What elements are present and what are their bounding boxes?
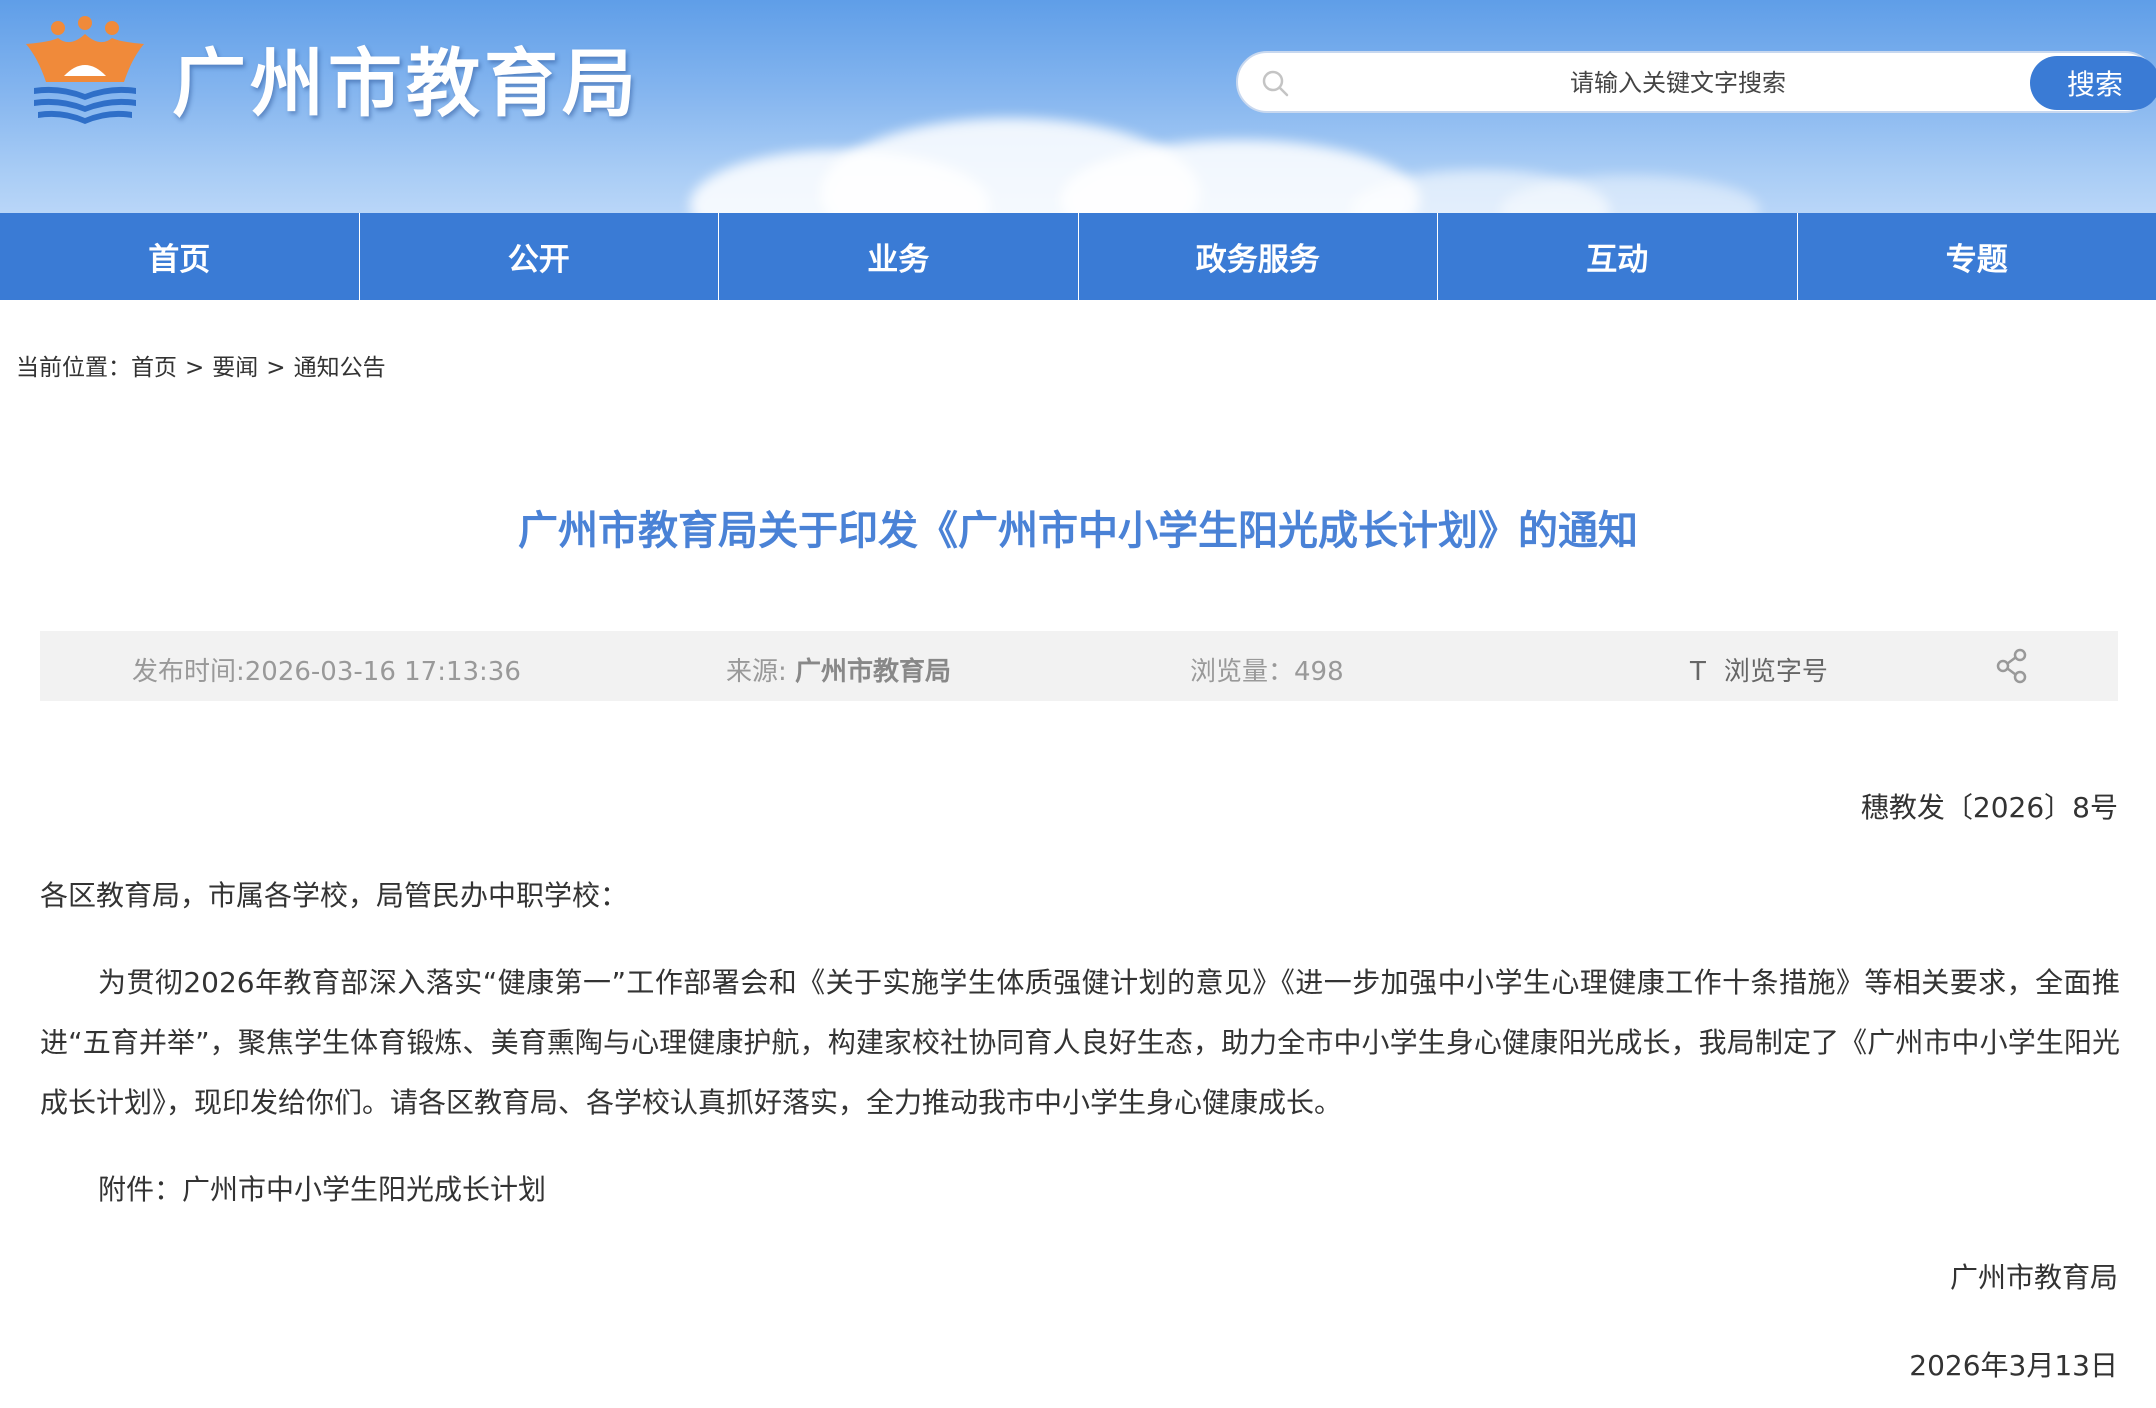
source-label: 来源: [726, 657, 796, 687]
nav-item-business[interactable]: 业务 [719, 213, 1079, 300]
nav-item-interaction[interactable]: 互动 [1438, 213, 1798, 300]
document-number: 穗教发〔2026〕8号 [1860, 791, 2118, 824]
breadcrumb: 当前位置：首页 > 要闻 > 通知公告 [16, 348, 386, 382]
signature: 广州市教育局 [1949, 1261, 2118, 1294]
article-meta-bar: 发布时间:2026-03-16 17:13:36 来源: 广州市教育局 浏览量：… [40, 631, 2118, 701]
breadcrumb-link-notices[interactable]: 通知公告 [294, 355, 386, 381]
breadcrumb-prefix: 当前位置： [16, 355, 131, 381]
search-button[interactable]: 搜索 [2030, 56, 2156, 110]
breadcrumb-link-home[interactable]: 首页 [131, 355, 177, 381]
site-title[interactable]: 广州市教育局 [172, 24, 640, 131]
education-bureau-logo-icon[interactable] [20, 14, 150, 132]
share-icon[interactable] [1994, 647, 2030, 685]
font-size-label: 浏览字号 [1723, 657, 1828, 687]
article-title: 广州市教育局关于印发《广州市中小学生阳光成长计划》的通知 [518, 508, 1638, 554]
nav-item-gov-service[interactable]: 政务服务 [1079, 213, 1438, 300]
nav-item-home[interactable]: 首页 [0, 213, 360, 300]
view-count: 浏览量：498 [1190, 657, 1344, 687]
breadcrumb-separator: > [185, 355, 205, 381]
article-source: 来源: 广州市教育局 [726, 651, 951, 688]
publish-time: 发布时间:2026-03-16 17:13:36 [132, 657, 521, 687]
nav-item-topics[interactable]: 专题 [1798, 213, 2156, 300]
breadcrumb-link-news[interactable]: 要闻 [212, 355, 258, 381]
attachment-link[interactable]: 附件：广州市中小学生阳光成长计划 [98, 1168, 546, 1208]
font-size-toggle[interactable]: T 浏览字号 [1690, 651, 1828, 688]
search-box: 搜索 [1236, 51, 2156, 113]
recipients: 各区教育局，市属各学校，局管民办中职学校： [40, 879, 629, 912]
nav-item-public[interactable]: 公开 [360, 213, 719, 300]
article-body: 为贯彻2026年教育部深入落实“健康第一”工作部署会和《关于实施学生体质强健计划… [40, 966, 2120, 1119]
site-header: 广州市教育局 搜索 [0, 0, 2156, 213]
issue-date: 2026年3月13日 [1909, 1349, 2118, 1382]
main-nav: 首页 公开 业务 政务服务 互动 专题 [0, 213, 2156, 300]
search-icon [1262, 70, 1289, 97]
breadcrumb-separator: > [266, 355, 286, 381]
font-size-icon: T [1690, 657, 1706, 687]
source-value: 广州市教育局 [795, 657, 952, 687]
